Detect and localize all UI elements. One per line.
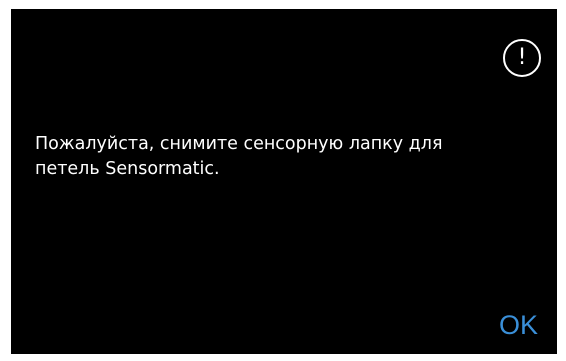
alert-message: Пожалуйста, снимите сенсорную лапку для …: [35, 134, 443, 179]
alert-icon-glyph: !: [517, 45, 527, 70]
exclamation-circle-icon: !: [503, 39, 541, 77]
ok-button[interactable]: OK: [497, 309, 540, 341]
alert-dialog: ! Пожалуйста, снимите сенсорную лапку дл…: [11, 9, 557, 354]
